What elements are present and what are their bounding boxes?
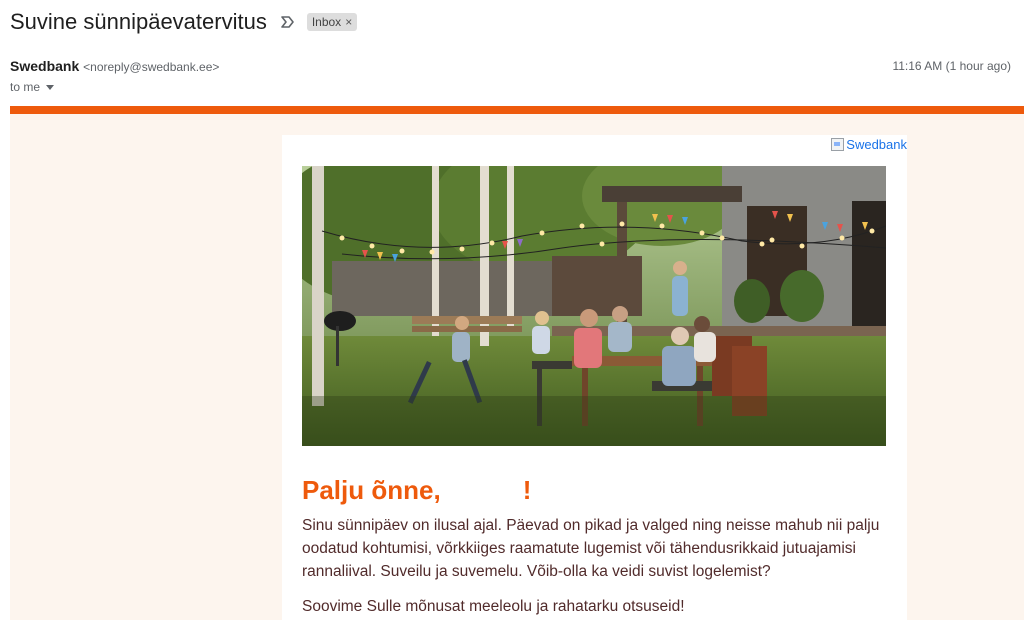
inbox-label-chip[interactable]: Inbox × <box>306 13 358 31</box>
greeting-text: Palju õnne, <box>302 475 441 505</box>
greeting-exclamation: ! <box>522 475 532 505</box>
swedbank-logo[interactable]: Swedbank <box>831 137 907 152</box>
email-timestamp: 11:16 AM (1 hour ago) <box>892 59 1011 73</box>
body-paragraph-2: Soovime Sulle mõnusat meeleolu ja rahata… <box>302 598 685 615</box>
sender-row: Swedbank <noreply@swedbank.ee> <box>10 58 219 74</box>
brand-header-bar <box>10 106 1024 114</box>
hero-image <box>302 166 886 446</box>
sender-email: <noreply@swedbank.ee> <box>83 60 220 74</box>
sender-name[interactable]: Swedbank <box>10 58 79 74</box>
email-card: Swedbank Palju õnne, ! Sinu sünnipäev on… <box>282 135 907 620</box>
label-arrow-icon[interactable] <box>279 13 297 31</box>
recipient-row[interactable]: to me <box>10 80 55 94</box>
logo-alt-text: Swedbank <box>846 137 907 152</box>
email-subject: Suvine sünnipäevatervitus <box>10 9 267 34</box>
inbox-label-text: Inbox <box>311 15 342 29</box>
broken-image-icon <box>831 138 845 151</box>
subject-row: Suvine sünnipäevatervitus Inbox × <box>10 8 358 36</box>
chevron-down-icon[interactable] <box>46 85 55 90</box>
recipient-text: to me <box>10 80 41 94</box>
greeting-heading: Palju õnne,! <box>302 475 531 506</box>
body-paragraph-1: Sinu sünnipäev on ilusal ajal. Päevad on… <box>302 517 880 580</box>
close-icon[interactable]: × <box>345 15 352 29</box>
